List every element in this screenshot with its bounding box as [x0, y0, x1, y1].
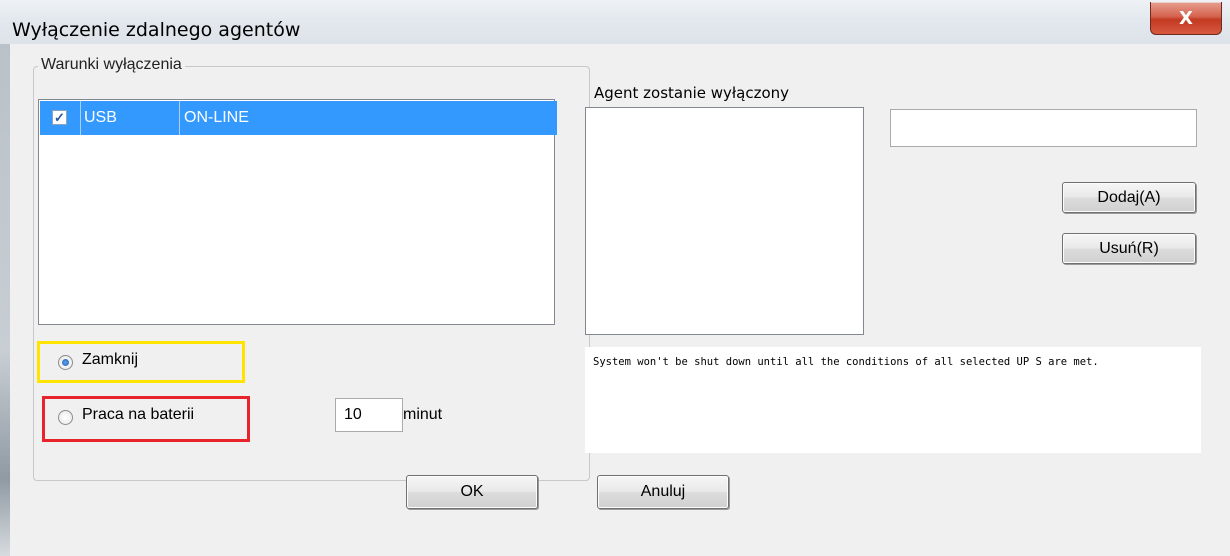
close-icon: X — [1179, 7, 1193, 29]
window-left-border — [0, 44, 10, 556]
port-cell: USB — [80, 101, 180, 135]
list-item[interactable]: ✓ USB ON-LINE — [40, 101, 557, 135]
close-button[interactable]: X — [1150, 2, 1222, 35]
add-agent-button[interactable]: Dodaj(A) — [1062, 182, 1196, 213]
ok-button[interactable]: OK — [406, 475, 538, 509]
usb-row-checkbox[interactable]: ✓ — [52, 110, 67, 125]
remove-agent-button[interactable]: Usuń(R) — [1062, 233, 1196, 264]
agents-list[interactable] — [585, 107, 864, 335]
cancel-button-label: Anuluj — [640, 483, 686, 500]
conditions-group-label: Warunki wyłączenia — [38, 56, 185, 74]
dialog-client-area: Warunki wyłączenia ✓ USB ON-LINE Zamknij… — [10, 44, 1230, 556]
minutes-unit-label: minut — [403, 406, 443, 423]
status-cell: ON-LINE — [184, 109, 249, 126]
shutdown-radio[interactable] — [58, 355, 73, 370]
battery-radio-label[interactable]: Praca na baterii — [82, 406, 194, 424]
checkbox-cell: ✓ — [40, 101, 81, 135]
conditions-list[interactable]: ✓ USB ON-LINE — [38, 99, 557, 325]
agent-address-input[interactable] — [890, 109, 1197, 147]
window-title: Wyłączenie zdalnego agentów — [12, 19, 301, 41]
agents-label: Agent zostanie wyłączony — [594, 84, 790, 102]
info-text-box: System won't be shut down until all the … — [585, 347, 1201, 453]
shutdown-radio-label[interactable]: Zamknij — [82, 351, 138, 369]
ok-button-label: OK — [460, 483, 484, 500]
remove-agent-button-label: Usuń(R) — [1099, 239, 1159, 257]
title-bar[interactable]: Wyłączenie zdalnego agentów X — [0, 0, 1230, 44]
battery-minutes-input[interactable]: 10 — [335, 398, 403, 432]
battery-radio[interactable] — [58, 410, 73, 425]
add-agent-button-label: Dodaj(A) — [1097, 188, 1161, 206]
cancel-button[interactable]: Anuluj — [597, 475, 729, 509]
